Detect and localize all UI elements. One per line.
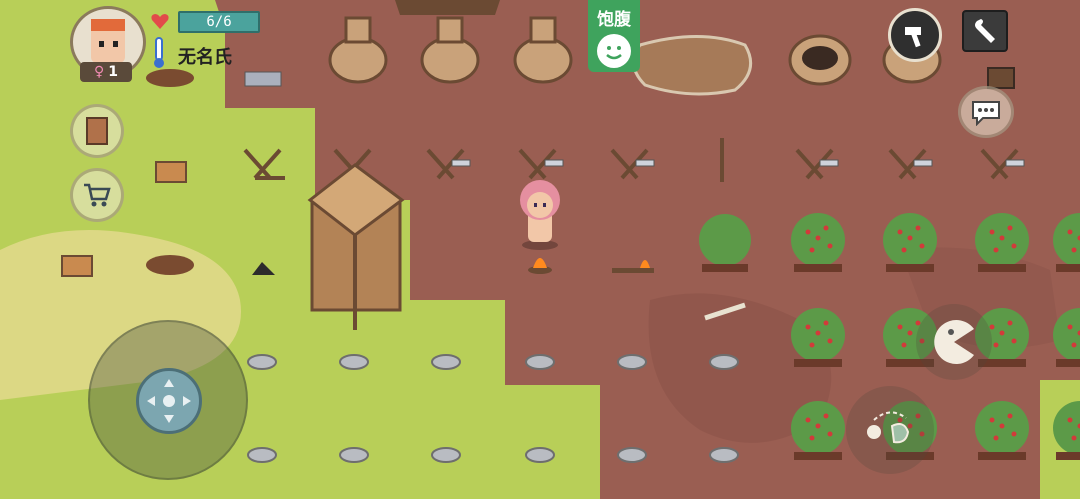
kindling-pile [146,255,194,275]
player-name: 无名氏 [178,47,232,68]
wooden-tower [307,163,405,330]
kindling-pile [146,69,194,87]
smiley-face-icon [597,34,631,68]
basket [987,67,1015,89]
mud-puddle [632,35,753,96]
hammer-icon [905,27,921,48]
journal-button[interactable] [70,104,124,158]
clay-pit [788,34,852,86]
cart-icon [84,183,111,207]
stone-pile [244,71,282,87]
settings-button[interactable] [962,10,1008,52]
book-icon [86,117,108,145]
health-value: 6/6 [206,14,232,30]
movement-joystick[interactable] [88,320,248,480]
hunger-panel: 饱腹 [588,0,640,72]
basket [61,255,93,277]
eat-button[interactable] [916,304,992,380]
basket [155,161,187,183]
generation-number: 1 [108,64,118,80]
heart-icon [151,14,169,29]
speech-bubble-icon [972,101,1000,126]
chat-button[interactable] [958,86,1014,138]
pacman-eat-icon [934,320,974,364]
throw-hand-icon [867,411,910,444]
health-bar: 6/6 [178,11,260,33]
gender-badge: ♀ 1 [80,62,132,82]
gender-symbol: ♀ [93,64,105,80]
thermometer-icon [154,37,164,68]
dpad-icon [147,379,191,423]
throw-button[interactable] [846,386,934,474]
cart-structure [395,0,500,15]
joystick-knob[interactable] [136,368,202,434]
shop-button[interactable] [70,168,124,222]
build-button[interactable] [888,8,942,62]
wrench-icon [975,19,995,43]
hunger-label: 饱腹 [597,10,631,30]
